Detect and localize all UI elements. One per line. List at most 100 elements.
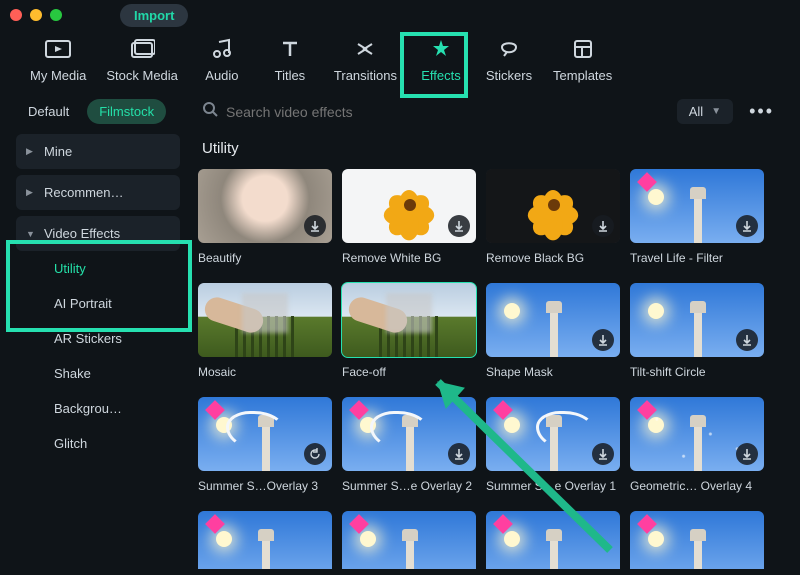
search-field[interactable] <box>202 101 667 122</box>
effect-thumbnail <box>630 169 764 243</box>
stock-media-icon <box>128 36 156 62</box>
effect-card-shape-mask[interactable]: Shape Mask <box>486 283 620 379</box>
fullscreen-window-icon[interactable] <box>50 9 62 21</box>
nav-templates[interactable]: Templates <box>547 32 618 87</box>
sidebar-sub-utility[interactable]: Utility <box>16 251 180 286</box>
effect-thumbnail <box>342 169 476 243</box>
minimize-window-icon[interactable] <box>30 9 42 21</box>
effect-card-beautify[interactable]: Beautify <box>198 169 332 265</box>
effect-card-summer-overlay-2[interactable]: Summer S…e Overlay 2 <box>342 397 476 493</box>
effect-label: Summer S…Overlay 3 <box>198 471 332 493</box>
templates-icon <box>569 36 597 62</box>
effects-icon <box>427 36 455 62</box>
sidebar-sub-ar-stickers[interactable]: AR Stickers <box>16 321 180 356</box>
effect-thumbnail <box>486 511 620 569</box>
download-icon[interactable] <box>448 215 470 237</box>
sidebar-sub-background[interactable]: Backgrou… <box>16 391 180 426</box>
subtab-filmstock[interactable]: Filmstock <box>87 99 166 124</box>
effect-thumbnail <box>198 511 332 569</box>
sidebar-item-mine[interactable]: ▶ Mine <box>16 134 180 169</box>
search-input[interactable] <box>226 104 667 120</box>
effect-thumbnail <box>198 397 332 471</box>
main-panel: All ▼ ••• Utility Beautify <box>190 95 800 569</box>
effect-label: Travel Life - Filter <box>630 243 764 265</box>
sidebar-item-label: Mine <box>44 144 72 159</box>
download-icon[interactable] <box>736 215 758 237</box>
nav-my-media[interactable]: My Media <box>24 32 92 87</box>
nav-label: Audio <box>205 68 238 83</box>
window-titlebar: Import <box>0 0 800 30</box>
effect-label: Summer S…e Overlay 2 <box>342 471 476 493</box>
nav-stickers[interactable]: Stickers <box>479 32 539 87</box>
chevron-right-icon: ▶ <box>26 187 36 198</box>
nav-effects[interactable]: Effects <box>411 32 471 87</box>
sidebar-sub-glitch[interactable]: Glitch <box>16 426 180 461</box>
nav-label: Stickers <box>486 68 532 83</box>
chevron-right-icon: ▶ <box>26 146 36 157</box>
sidebar-item-video-effects[interactable]: ▼ Video Effects <box>16 216 180 251</box>
sidebar-sub-shake[interactable]: Shake <box>16 356 180 391</box>
stickers-icon <box>495 36 523 62</box>
download-icon[interactable] <box>592 215 614 237</box>
effect-label: Remove White BG <box>342 243 476 265</box>
nav-stock-media[interactable]: Stock Media <box>100 32 184 87</box>
effect-label: Beautify <box>198 243 332 265</box>
effect-card-partial-4[interactable] <box>630 511 764 569</box>
effect-thumbnail <box>486 283 620 357</box>
effect-thumbnail <box>486 397 620 471</box>
section-title: Utility <box>198 134 800 169</box>
filter-dropdown[interactable]: All ▼ <box>677 99 733 124</box>
effect-label: Summer S…e Overlay 1 <box>486 471 620 493</box>
download-icon[interactable] <box>736 443 758 465</box>
main-toolbar: All ▼ ••• <box>198 95 800 134</box>
effect-card-partial-2[interactable] <box>342 511 476 569</box>
nav-label: Transitions <box>334 68 397 83</box>
top-nav: My Media Stock Media Audio Titles Transi… <box>0 30 800 95</box>
sidebar-item-recommended[interactable]: ▶ Recommen… <box>16 175 180 210</box>
more-menu-button[interactable]: ••• <box>743 101 780 122</box>
effect-label: Remove Black BG <box>486 243 620 265</box>
download-icon[interactable] <box>592 443 614 465</box>
nav-label: My Media <box>30 68 86 83</box>
effect-card-remove-white-bg[interactable]: Remove White BG <box>342 169 476 265</box>
titles-icon <box>276 36 304 62</box>
effect-card-travel-life-filter[interactable]: Travel Life - Filter <box>630 169 764 265</box>
transitions-icon <box>351 36 379 62</box>
effect-label: Geometric… Overlay 4 <box>630 471 764 493</box>
nav-audio[interactable]: Audio <box>192 32 252 87</box>
download-icon[interactable] <box>304 215 326 237</box>
effect-card-remove-black-bg[interactable]: Remove Black BG <box>486 169 620 265</box>
chevron-down-icon: ▼ <box>711 106 721 117</box>
effect-thumbnail <box>486 169 620 243</box>
effect-thumbnail <box>630 511 764 569</box>
effect-card-mosaic[interactable]: Mosaic <box>198 283 332 379</box>
download-icon[interactable] <box>736 329 758 351</box>
effect-card-tilt-shift-circle[interactable]: Tilt-shift Circle <box>630 283 764 379</box>
nav-transitions[interactable]: Transitions <box>328 32 403 87</box>
effect-card-partial-1[interactable] <box>198 511 332 569</box>
effect-card-summer-overlay-1[interactable]: Summer S…e Overlay 1 <box>486 397 620 493</box>
effect-card-partial-3[interactable] <box>486 511 620 569</box>
nav-titles[interactable]: Titles <box>260 32 320 87</box>
download-icon[interactable] <box>592 329 614 351</box>
effect-label: Face-off <box>342 357 476 379</box>
effect-thumbnail <box>342 397 476 471</box>
subtab-default[interactable]: Default <box>16 99 81 124</box>
refresh-icon[interactable] <box>304 443 326 465</box>
nav-label: Templates <box>553 68 612 83</box>
effect-card-geometric-overlay-4[interactable]: Geometric… Overlay 4 <box>630 397 764 493</box>
audio-icon <box>208 36 236 62</box>
effect-label: Tilt-shift Circle <box>630 357 764 379</box>
nav-label: Stock Media <box>106 68 178 83</box>
download-icon[interactable] <box>448 443 470 465</box>
effect-thumbnail <box>630 397 764 471</box>
effect-thumbnail <box>630 283 764 357</box>
effect-thumbnail <box>342 511 476 569</box>
sidebar-sub-ai-portrait[interactable]: AI Portrait <box>16 286 180 321</box>
search-icon <box>202 101 218 122</box>
effect-card-summer-overlay-3[interactable]: Summer S…Overlay 3 <box>198 397 332 493</box>
close-window-icon[interactable] <box>10 9 22 21</box>
chevron-down-icon: ▼ <box>26 229 36 239</box>
effect-card-face-off[interactable]: Face-off <box>342 283 476 379</box>
import-button[interactable]: Import <box>120 4 188 27</box>
